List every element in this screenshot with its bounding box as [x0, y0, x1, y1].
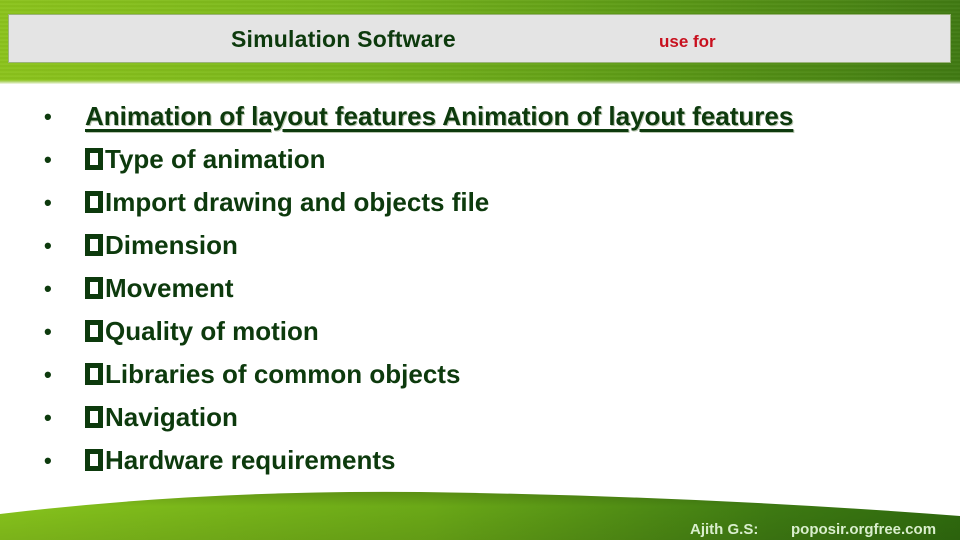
missing-glyph-icon — [85, 234, 103, 256]
bullet-icon: • — [44, 104, 52, 129]
bullet-icon: • — [44, 233, 52, 258]
footer-website: poposir.orgfree.com — [791, 521, 937, 538]
slide-subtitle: use for — [659, 32, 716, 51]
list-item-text: Quality of motion — [105, 316, 319, 346]
bullet-icon: • — [44, 276, 52, 301]
list-item-text: Navigation — [105, 402, 238, 432]
list-item-text: Type of animation — [105, 144, 326, 174]
bullet-icon: • — [44, 448, 52, 473]
footer-author: Ajith G.S: — [690, 521, 759, 538]
bullet-icon: • — [44, 362, 52, 387]
bullet-icon: • — [44, 147, 52, 172]
missing-glyph-icon — [85, 363, 103, 385]
slide-title: Simulation Software — [231, 26, 456, 52]
list-item-text: Import drawing and objects file — [105, 187, 490, 217]
title-box: Simulation Software use for — [8, 14, 951, 63]
list-item-text: Dimension — [105, 230, 238, 260]
missing-glyph-icon — [85, 277, 103, 299]
missing-glyph-icon — [85, 449, 103, 471]
list-item-text: Hardware requirements — [105, 445, 396, 475]
bullet-icon: • — [44, 405, 52, 430]
list-item-text: Libraries of common objects — [105, 359, 461, 389]
missing-glyph-icon — [85, 191, 103, 213]
bullet-icon: • — [44, 190, 52, 215]
list-item-heading: Animation of layout features Animation o… — [85, 101, 794, 131]
missing-glyph-icon — [85, 320, 103, 342]
missing-glyph-icon — [85, 148, 103, 170]
list-item-text: Movement — [105, 273, 234, 303]
missing-glyph-icon — [85, 406, 103, 428]
bullet-icon: • — [44, 319, 52, 344]
